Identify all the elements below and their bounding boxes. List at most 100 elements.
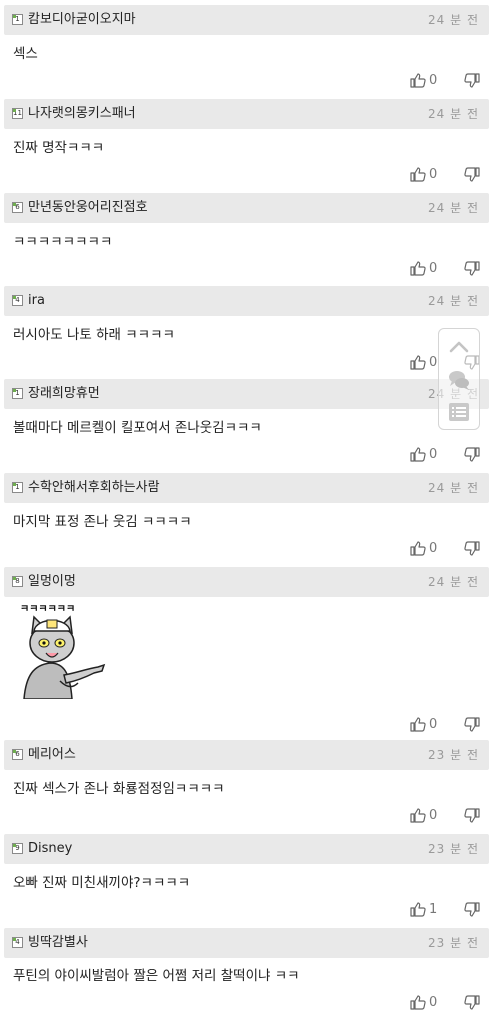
thumbs-down-icon[interactable] [464,73,480,89]
comment: 8 일멍이멍 24 분 전 ㅋㅋㅋㅋㅋㅋ 0 [0,561,494,738]
comment-header: 1 장래희망휴먼 24 분 전 [4,379,489,409]
thumbs-up-icon[interactable] [410,901,426,917]
chevron-up-icon[interactable] [447,335,471,357]
vote-bar: 0 [410,72,480,90]
like-count: 0 [429,995,438,1010]
like-count: 0 [429,261,438,276]
comment-time: 24 분 전 [428,107,479,121]
thumbs-up-icon[interactable] [410,540,426,556]
level-badge-icon: 8 [12,576,23,587]
comment-text: 러시아도 나토 하래 ㅋㅋㅋㅋ [13,327,175,343]
commenter-name[interactable]: 나자랫의몽키스패너 [28,105,136,122]
level-badge-icon: 1 [12,14,23,25]
like-count: 0 [429,447,438,462]
thumbs-up-icon[interactable] [410,807,426,823]
commenter-name[interactable]: 빙딱감별사 [28,934,88,951]
commenter-name[interactable]: 수학안해서후회하는사람 [28,479,160,496]
comment-list: 1 캄보디아굳이오지마 24 분 전 섹스 0 11 나자랫의몽키스패너 24 … [0,0,494,1017]
comment-time: 24 분 전 [428,294,479,308]
level-badge-icon: 6 [12,202,23,213]
list-icon[interactable] [447,401,471,423]
comment-text: 오빠 진짜 미친새끼야?ㅋㅋㅋㅋ [13,875,191,891]
thumbs-down-icon[interactable] [464,261,480,277]
level-badge-icon: 1 [12,482,23,493]
thumbs-down-icon[interactable] [464,902,480,918]
comment-text: 마지막 표정 존나 웃김 ㅋㅋㅋㅋ [13,514,192,530]
comment-header: 1 캄보디아굳이오지마 24 분 전 [4,5,489,35]
comment-time: 23 분 전 [428,842,479,856]
comment-time: 23 분 전 [428,936,479,950]
thumbs-up-icon[interactable] [410,260,426,276]
comment-text: 푸틴의 야이씨발럼아 짤은 어쩜 저리 찰떡이냐 ㅋㅋ [13,968,300,984]
like-count: 0 [429,167,438,182]
comment-header: 4 빙딱감별사 23 분 전 [4,928,489,958]
sticker-caption: ㅋㅋㅋㅋㅋㅋ [20,604,75,615]
thumbs-up-icon[interactable] [410,354,426,370]
vote-bar: 0 [410,260,480,278]
thumbs-down-icon[interactable] [464,808,480,824]
level-badge-icon: 9 [12,843,23,854]
vote-bar: 0 [410,716,480,734]
level-badge-icon: 4 [12,937,23,948]
thumbs-up-icon[interactable] [410,446,426,462]
like-count: 0 [429,717,438,732]
thumbs-down-icon[interactable] [464,717,480,733]
thumbs-up-icon[interactable] [410,166,426,182]
commenter-name[interactable]: 캄보디아굳이오지마 [28,11,136,28]
commenter-name[interactable]: 메리어스 [28,746,76,763]
vote-bar: 0 [410,540,480,558]
comment-time: 24 분 전 [428,575,479,589]
comment-header: 8 일멍이멍 24 분 전 [4,567,489,597]
like-count: 0 [429,808,438,823]
vote-bar: 0 [410,994,480,1012]
level-badge-icon: 4 [12,295,23,306]
comment-text: 섹스 [13,46,38,62]
comment-header: 6 메리어스 23 분 전 [4,740,489,770]
thumbs-down-icon[interactable] [464,167,480,183]
like-count: 0 [429,73,438,88]
cat-sticker-image: ㅋㅋㅋㅋㅋㅋ [20,604,106,699]
comment: 1 수학안해서후회하는사람 24 분 전 마지막 표정 존나 웃김 ㅋㅋㅋㅋ 0 [0,468,494,561]
comment: 6 메리어스 23 분 전 진짜 섹스가 존나 화룡점정임ㅋㅋㅋㅋ 0 [0,738,494,832]
comment: 11 나자랫의몽키스패너 24 분 전 진짜 명작ㅋㅋㅋ 0 [0,94,494,187]
comment-time: 24 분 전 [428,201,479,215]
thumbs-up-icon[interactable] [410,994,426,1010]
comment-time: 23 분 전 [428,748,479,762]
comment-header: 11 나자랫의몽키스패너 24 분 전 [4,99,489,129]
comment-text: 진짜 섹스가 존나 화룡점정임ㅋㅋㅋㅋ [13,781,225,797]
commenter-name[interactable]: 일멍이멍 [28,573,76,590]
thumbs-down-icon[interactable] [464,995,480,1011]
comment-text: ㅋㅋㅋㅋㅋㅋㅋㅋ [13,234,113,250]
comment: 1 캄보디아굳이오지마 24 분 전 섹스 0 [0,0,494,94]
vote-bar: 0 [410,446,480,464]
comment: 6 만년동안웅어리진점호 24 분 전 ㅋㅋㅋㅋㅋㅋㅋㅋ 0 [0,187,494,281]
thumbs-down-icon[interactable] [464,541,480,557]
commenter-name[interactable]: 장래희망휴먼 [28,385,100,402]
comment-header: 6 만년동안웅어리진점호 24 분 전 [4,193,489,223]
vote-bar: 1 [410,901,480,919]
comment-header: 1 수학안해서후회하는사람 24 분 전 [4,473,489,503]
comment-header: 9 Disney 23 분 전 [4,834,489,864]
comment-time: 24 분 전 [428,481,479,495]
commenter-name[interactable]: ira [28,292,45,309]
comment-time: 24 분 전 [428,13,479,27]
level-badge-icon: 1 [12,388,23,399]
comment-header: 4 ira 24 분 전 [4,286,489,316]
floating-nav-panel [438,328,480,430]
like-count: 0 [429,541,438,556]
comment: 9 Disney 23 분 전 오빠 진짜 미친새끼야?ㅋㅋㅋㅋ 1 [0,832,494,925]
comment: 1 장래희망휴먼 24 분 전 볼때마다 메르켈이 킬포여서 존나웃김ㅋㅋㅋ 0 [0,374,494,468]
vote-bar: 0 [410,166,480,184]
comment: 4 ira 24 분 전 러시아도 나토 하래 ㅋㅋㅋㅋ 0 [0,281,494,374]
comment-text: 볼때마다 메르켈이 킬포여서 존나웃김ㅋㅋㅋ [13,420,262,436]
commenter-name[interactable]: 만년동안웅어리진점호 [28,199,148,216]
thumbs-up-icon[interactable] [410,716,426,732]
thumbs-down-icon[interactable] [464,447,480,463]
thumbs-up-icon[interactable] [410,72,426,88]
comment-text: 진짜 명작ㅋㅋㅋ [13,140,105,156]
like-count: 0 [429,355,438,370]
chat-bubbles-icon[interactable] [447,369,471,391]
level-badge-icon: 11 [12,108,23,119]
commenter-name[interactable]: Disney [28,840,72,857]
level-badge-icon: 6 [12,749,23,760]
